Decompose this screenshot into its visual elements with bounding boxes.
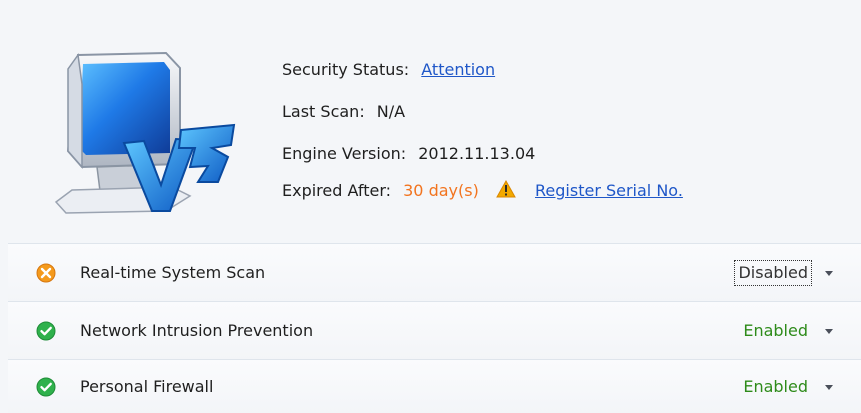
check-icon <box>36 321 56 341</box>
chevron-down-icon[interactable] <box>825 384 833 390</box>
protection-row-real-time-system-scan: Real-time System Scan Disabled <box>8 243 861 302</box>
chevron-down-icon[interactable] <box>825 328 833 334</box>
attention-status-link[interactable]: Attention <box>421 60 495 79</box>
warning-triangle-icon <box>496 180 516 198</box>
last-scan-value: N/A <box>376 102 406 121</box>
personal-firewall-state-dropdown[interactable]: Enabled <box>739 373 833 401</box>
real-time-system-scan-label: Real-time System Scan <box>80 263 266 282</box>
network-intrusion-prevention-state[interactable]: Enabled <box>739 318 812 344</box>
security-status-row: Security Status: Attention <box>282 58 495 82</box>
personal-firewall-label: Personal Firewall <box>80 377 214 396</box>
protection-status-list: Real-time System Scan Disabled Network I… <box>8 243 861 413</box>
security-monitor-logo-icon <box>54 51 236 214</box>
engine-version-label: Engine Version: <box>282 144 407 163</box>
expiration-row: Expired After: 30 day(s) Register Serial… <box>282 179 683 203</box>
last-scan-label: Last Scan: <box>282 102 365 121</box>
security-dashboard: Security Status: Attention Last Scan: N/… <box>0 0 861 413</box>
expiration-days-value: 30 day(s) <box>403 181 479 200</box>
personal-firewall-state[interactable]: Enabled <box>739 374 812 400</box>
security-summary-panel: Security Status: Attention Last Scan: N/… <box>8 0 861 243</box>
protection-row-network-intrusion-prevention: Network Intrusion Prevention Enabled <box>8 301 861 360</box>
real-time-system-scan-state-dropdown[interactable]: Disabled <box>734 259 833 287</box>
warning-x-icon <box>36 263 56 283</box>
check-icon <box>36 377 56 397</box>
engine-version-value: 2012.11.13.04 <box>418 144 536 163</box>
engine-version-row: Engine Version: 2012.11.13.04 <box>282 142 535 166</box>
real-time-system-scan-state[interactable]: Disabled <box>734 260 812 286</box>
protection-row-personal-firewall: Personal Firewall Enabled <box>8 359 861 413</box>
network-intrusion-prevention-state-dropdown[interactable]: Enabled <box>739 317 833 345</box>
last-scan-row: Last Scan: N/A <box>282 100 405 124</box>
register-serial-link[interactable]: Register Serial No. <box>535 181 683 200</box>
expired-after-label: Expired After: <box>282 181 392 200</box>
chevron-down-icon[interactable] <box>825 270 833 276</box>
security-status-label: Security Status: <box>282 60 410 79</box>
network-intrusion-prevention-label: Network Intrusion Prevention <box>80 321 314 340</box>
